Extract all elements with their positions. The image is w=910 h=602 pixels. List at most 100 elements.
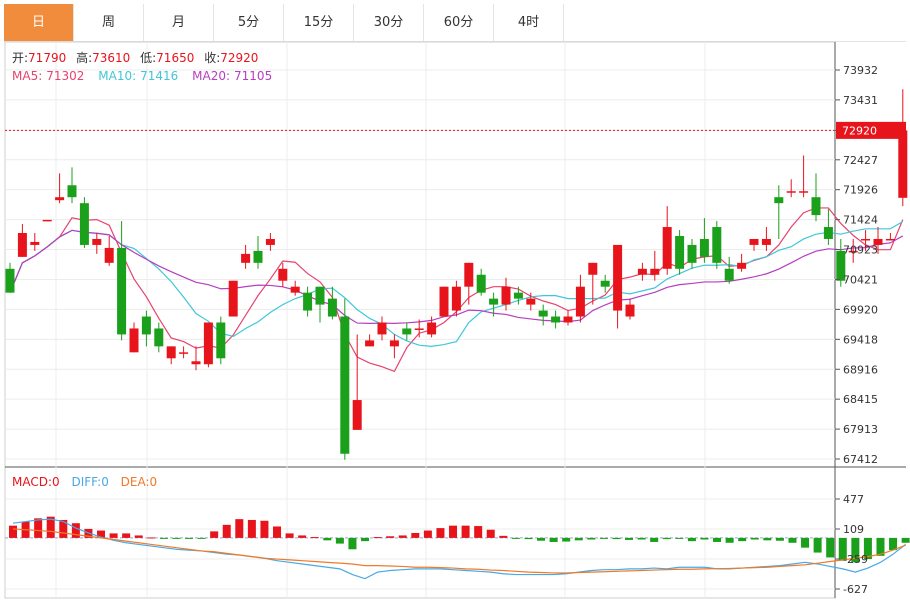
macd-bar — [763, 537, 772, 541]
macd-bar — [750, 537, 759, 540]
macd-bar — [826, 537, 835, 558]
candle-body — [786, 191, 796, 193]
svg-text:72920: 72920 — [842, 124, 877, 137]
candle-body — [30, 241, 40, 245]
candle-body — [811, 197, 821, 216]
candle-body — [278, 268, 288, 281]
candle-body — [290, 286, 300, 293]
candle-body — [365, 340, 375, 347]
candle-body — [861, 238, 871, 241]
candle-body — [489, 298, 499, 305]
candle-body — [303, 292, 313, 311]
candle-body — [575, 286, 585, 317]
macd-bar — [612, 537, 621, 540]
ohlc-readout: 开:71790 高:73610 低:71650 收:72920 — [12, 50, 258, 65]
price-tick-label: 69418 — [843, 333, 878, 346]
macd-bar — [285, 533, 294, 538]
candle-body — [5, 268, 15, 293]
candle-body — [737, 262, 747, 269]
macd-bar — [486, 529, 495, 538]
macd-bar — [411, 532, 420, 538]
macd-bar — [549, 537, 558, 542]
candle-body — [42, 219, 52, 222]
candle-body — [600, 280, 610, 287]
macd-bar — [687, 537, 696, 542]
ma-readout: MA5: 71302 MA10: 71416 MA20: 71105 — [12, 69, 272, 83]
grid-lines — [4, 41, 906, 599]
macd-tick-label: 477 — [843, 493, 864, 506]
candle-body — [451, 286, 461, 311]
price-tick-label: 73431 — [843, 94, 878, 107]
macd-bar — [889, 537, 898, 551]
price-tick-label: 72427 — [843, 154, 878, 167]
kline-chart[interactable]: 73932 73431 72920 72427 71926 71424 70923 70421… — [0, 0, 910, 602]
candle-body — [315, 286, 325, 305]
macd-bar — [122, 533, 131, 538]
candle-body — [340, 316, 350, 454]
candle-body — [712, 227, 722, 263]
candle-body — [79, 203, 89, 245]
macd-bar — [159, 537, 168, 539]
candle-body — [885, 238, 895, 241]
candle-body — [898, 130, 908, 198]
price-tick-label: 67913 — [843, 423, 878, 436]
macd-bar — [625, 537, 634, 540]
candle-body — [191, 361, 201, 365]
macd-bar — [461, 525, 470, 538]
candle-body — [526, 298, 536, 305]
candle-body — [476, 274, 486, 293]
candle-body — [699, 238, 709, 257]
macd-bar — [9, 525, 17, 538]
macd-bar — [650, 537, 659, 542]
macd-bar — [247, 519, 256, 538]
candle-body — [402, 328, 412, 335]
macd-bar — [185, 537, 194, 539]
candle-body — [166, 346, 176, 359]
candle-body — [625, 304, 635, 317]
macd-tick-label: 109 — [843, 523, 864, 536]
price-axis: 73932 73431 72920 72427 71926 71424 70923 70421… — [835, 64, 878, 596]
macd-bar — [675, 537, 684, 539]
macd-bar — [386, 536, 395, 538]
candle-body — [637, 268, 647, 275]
macd-bar — [524, 537, 533, 540]
macd-bar — [700, 537, 709, 540]
macd-bar — [398, 535, 407, 538]
macd-bar — [373, 537, 382, 539]
macd-bar — [499, 535, 508, 538]
price-tick-label: 68415 — [843, 393, 878, 406]
macd-bar — [147, 537, 156, 539]
macd-bar — [599, 537, 608, 539]
macd-bar — [34, 518, 43, 538]
candle-body — [799, 191, 809, 193]
macd-bar — [474, 526, 483, 538]
price-tick-label: 70421 — [843, 273, 878, 286]
macd-bar — [260, 520, 269, 538]
price-tick-label: 71424 — [843, 214, 878, 227]
candle-body — [662, 227, 672, 269]
candle-body — [724, 268, 734, 281]
candle-body — [650, 268, 660, 275]
price-tick-label: 71926 — [843, 184, 878, 197]
macd-readout: MACD:0 DIFF:0 DEA:0 — [12, 475, 157, 489]
macd-bar — [222, 524, 231, 538]
price-tick-label: 73932 — [843, 64, 878, 77]
candle-body — [501, 286, 511, 305]
candle-body — [774, 197, 784, 204]
macd-bar — [662, 537, 671, 540]
candle-body — [203, 322, 213, 365]
macd-bar — [109, 533, 118, 538]
macd-bar — [323, 537, 332, 541]
macd-bar — [775, 537, 784, 541]
macd-panel — [5, 516, 910, 580]
macd-tick-label: -627 — [843, 583, 868, 596]
candles — [5, 89, 908, 460]
candle-body — [389, 340, 399, 347]
macd-bar — [587, 537, 596, 540]
candle-body — [551, 316, 561, 323]
candle-body — [377, 322, 387, 335]
candle-body — [823, 227, 833, 239]
candle-body — [141, 316, 151, 335]
macd-bar — [210, 531, 219, 538]
macd-bar — [436, 528, 445, 538]
